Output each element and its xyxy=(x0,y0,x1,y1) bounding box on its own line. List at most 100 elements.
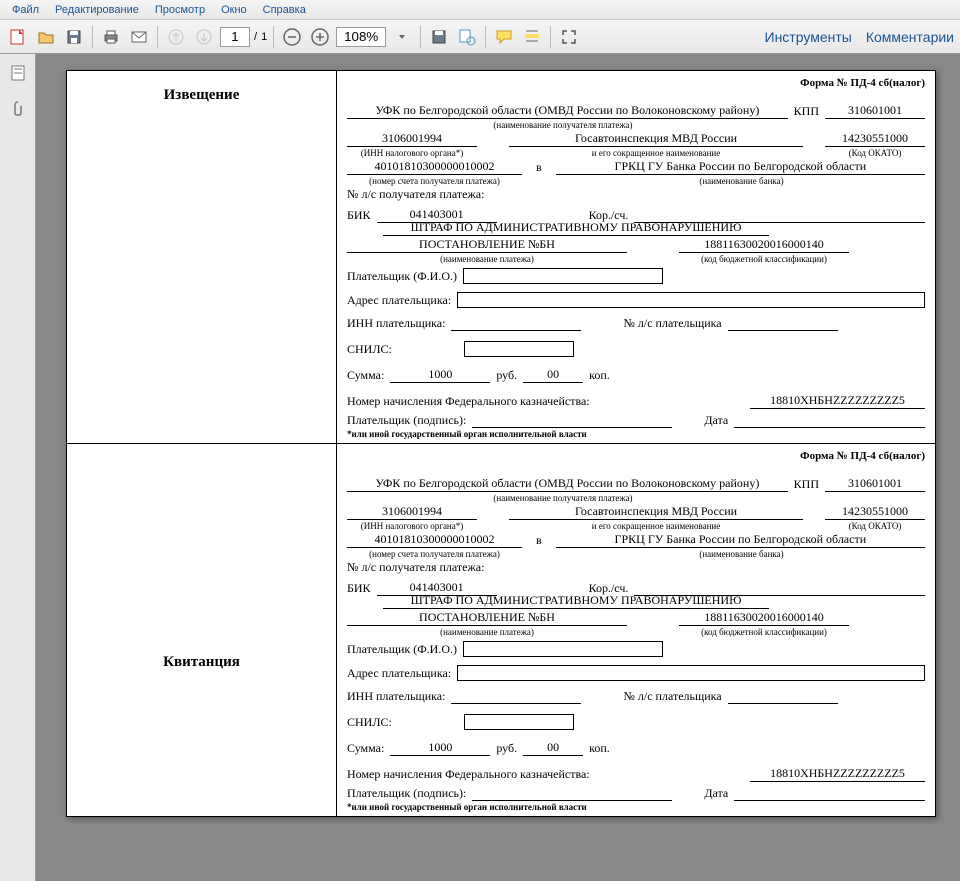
email-icon[interactable] xyxy=(127,25,151,49)
form-section-1: Форма № ПД-4 сб(налог) УФК по Белгородск… xyxy=(337,71,936,444)
page-total: 1 xyxy=(261,31,267,43)
comment-icon[interactable] xyxy=(492,25,516,49)
convert-icon[interactable] xyxy=(455,25,479,49)
sum-label-2: Сумма: xyxy=(347,741,384,756)
sign-label-2: Плательщик (подпись): xyxy=(347,786,466,801)
date-label: Дата xyxy=(704,413,728,428)
gai-caption-2: и его сокращенное наименование xyxy=(509,521,803,531)
zoom-in-icon[interactable] xyxy=(308,25,332,49)
inn-caption-2: (ИНН налогового органа*) xyxy=(347,521,477,531)
footnote: *или иной государственный орган исполнит… xyxy=(347,429,925,439)
payer-fio-label-2: Плательщик (Ф.И.О.) xyxy=(347,642,457,657)
sum-rub-value-2: 1000 xyxy=(390,740,490,756)
kpp-label: КПП xyxy=(794,104,819,119)
in-label-2: в xyxy=(528,533,550,548)
bik-label-2: БИК xyxy=(347,581,371,596)
footnote-2: *или иной государственный орган исполнит… xyxy=(347,802,925,812)
page-down-icon[interactable] xyxy=(192,25,216,49)
sidebar xyxy=(0,54,36,881)
open-icon[interactable] xyxy=(34,25,58,49)
sign-label: Плательщик (подпись): xyxy=(347,413,466,428)
gai-value: Госавтоинспекция МВД России xyxy=(509,131,803,147)
okato-value: 14230551000 xyxy=(825,131,925,147)
attachments-icon[interactable] xyxy=(5,96,31,122)
okato-caption-2: (Код ОКАТО) xyxy=(825,521,925,531)
menu-edit[interactable]: Редактирование xyxy=(47,2,147,18)
menu-help[interactable]: Справка xyxy=(255,2,314,18)
document-area[interactable]: Извещение Форма № ПД-4 сб(налог) УФК по … xyxy=(36,54,960,881)
page-sep: / xyxy=(254,31,257,43)
menu-file[interactable]: Файл xyxy=(4,2,47,18)
bik-label: БИК xyxy=(347,208,371,223)
accrual-value-2: 18810ХНБНZZZZZZZZZ5 xyxy=(750,766,925,782)
sign-value-2 xyxy=(472,786,672,801)
page-up-icon[interactable] xyxy=(164,25,188,49)
section-title-notification: Извещение xyxy=(67,71,337,444)
kop-label: коп. xyxy=(589,368,610,383)
in-label: в xyxy=(528,160,550,175)
save-copy-icon[interactable] xyxy=(427,25,451,49)
accrual-label-2: Номер начисления Федерального казначейст… xyxy=(347,767,590,782)
form-section-2: Форма № ПД-4 сб(налог) УФК по Белгородск… xyxy=(337,444,936,817)
create-pdf-icon[interactable] xyxy=(6,25,30,49)
kbk-value-2: 18811630020016000140 xyxy=(679,610,849,626)
save-icon[interactable] xyxy=(62,25,86,49)
zoom-input[interactable] xyxy=(336,27,386,47)
thumbnails-icon[interactable] xyxy=(5,60,31,86)
toolbar: / 1 Инструменты Комментарии xyxy=(0,20,960,54)
recipient-value: УФК по Белгородской области (ОМВД России… xyxy=(347,103,788,119)
purpose1-2: ШТРАФ ПО АДМИНИСТРАТИВНОМУ ПРАВОНАРУШЕНИ… xyxy=(383,593,769,609)
ls-recipient-label-2: № л/с получателя платежа: xyxy=(347,560,484,575)
comments-panel-button[interactable]: Комментарии xyxy=(866,29,954,45)
purpose2: ПОСТАНОВЛЕНИЕ №БН xyxy=(347,237,627,253)
tools-panel-button[interactable]: Инструменты xyxy=(765,29,852,45)
fullscreen-icon[interactable] xyxy=(557,25,581,49)
inn-value-2: 3106001994 xyxy=(347,504,477,520)
pdf-page: Извещение Форма № ПД-4 сб(налог) УФК по … xyxy=(66,70,936,817)
account-caption: (номер счета получателя платежа) xyxy=(347,176,522,186)
account-value-2: 40101810300000010002 xyxy=(347,532,522,548)
zoom-out-icon[interactable] xyxy=(280,25,304,49)
gai-value-2: Госавтоинспекция МВД России xyxy=(509,504,803,520)
kbk-value: 18811630020016000140 xyxy=(679,237,849,253)
ls-recipient-label: № л/с получателя платежа: xyxy=(347,187,484,202)
sum-rub-value: 1000 xyxy=(390,367,490,383)
date-value-2 xyxy=(734,786,925,801)
print-icon[interactable] xyxy=(99,25,123,49)
menu-window[interactable]: Окно xyxy=(213,2,255,18)
snils-box-2 xyxy=(464,714,574,730)
sum-label: Сумма: xyxy=(347,368,384,383)
rub-label: руб. xyxy=(496,368,517,383)
date-value xyxy=(734,413,925,428)
sum-kop-value: 00 xyxy=(523,367,583,383)
payer-ls-value xyxy=(728,316,838,331)
zoom-dropdown-icon[interactable] xyxy=(390,25,414,49)
recipient-caption: (наименование получателя платежа) xyxy=(347,120,779,130)
kbk-caption-2: (код бюджетной классификации) xyxy=(679,627,849,637)
form-type-header-2: Форма № ПД-4 сб(налог) xyxy=(347,450,925,462)
menu-view[interactable]: Просмотр xyxy=(147,2,213,18)
menu-bar: Файл Редактирование Просмотр Окно Справк… xyxy=(0,0,960,20)
inn-caption: (ИНН налогового органа*) xyxy=(347,148,477,158)
bank-caption: (наименование банка) xyxy=(558,176,925,186)
kpp-label-2: КПП xyxy=(794,477,819,492)
gai-caption: и его сокращенное наименование xyxy=(509,148,803,158)
highlight-icon[interactable] xyxy=(520,25,544,49)
page-number-input[interactable] xyxy=(220,27,250,47)
payer-fio-box-2 xyxy=(463,641,663,657)
payer-addr-label: Адрес плательщика: xyxy=(347,293,451,308)
payer-ls-label-2: № л/с плательщика xyxy=(623,689,721,704)
sign-value xyxy=(472,413,672,428)
payer-fio-box xyxy=(463,268,663,284)
bank-caption-2: (наименование банка) xyxy=(558,549,925,559)
accrual-value: 18810ХНБНZZZZZZZZZ5 xyxy=(750,393,925,409)
section-title-receipt: Квитанция xyxy=(67,444,337,817)
payer-addr-label-2: Адрес плательщика: xyxy=(347,666,451,681)
purpose-caption-2: (наименование платежа) xyxy=(347,627,627,637)
payer-addr-box-2 xyxy=(457,665,925,681)
date-label-2: Дата xyxy=(704,786,728,801)
recipient-caption-2: (наименование получателя платежа) xyxy=(347,493,779,503)
account-value: 40101810300000010002 xyxy=(347,159,522,175)
kop-label-2: коп. xyxy=(589,741,610,756)
snils-box xyxy=(464,341,574,357)
